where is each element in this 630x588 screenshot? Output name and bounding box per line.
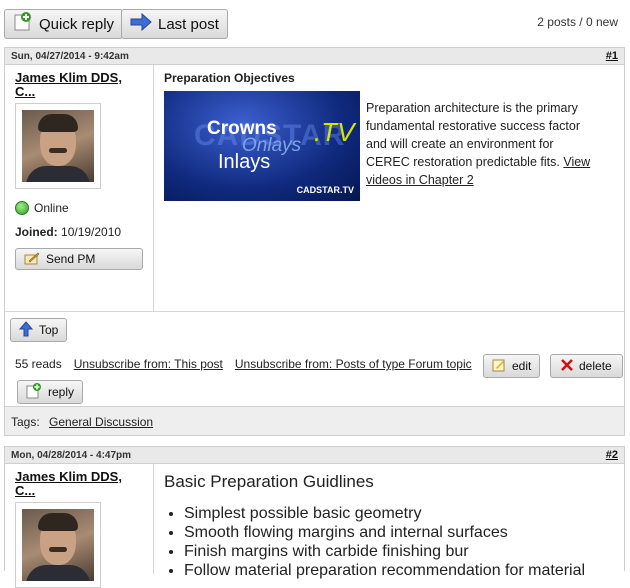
unsubscribe-type-link[interactable]: Unsubscribe from: Posts of type Forum to…: [235, 357, 472, 371]
edit-icon: [492, 358, 506, 375]
delete-button[interactable]: delete: [550, 354, 623, 378]
avatar-image: [22, 509, 94, 581]
add-reply-icon: [13, 12, 33, 36]
send-pm-button[interactable]: Send PM: [15, 248, 143, 270]
unsubscribe-post-link[interactable]: Unsubscribe from: This post: [74, 357, 223, 371]
online-label: Online: [34, 201, 69, 215]
forum-post: Sun, 04/27/2014 - 9:42am #1 James Klim D…: [4, 47, 625, 407]
reply-label: reply: [48, 385, 75, 399]
delete-x-icon: [561, 358, 573, 374]
joined-info: Joined: 10/19/2010: [15, 225, 143, 239]
post-content: Basic Preparation Guidlines Simplest pos…: [154, 464, 624, 586]
tags-bar: Tags: General Discussion: [4, 406, 625, 436]
thumb-logo: CADSTAR.TV: [296, 185, 354, 195]
author-name-link[interactable]: James Klim DDS, C...: [15, 70, 122, 99]
guidelines-list: Simplest possible basic geometry Smooth …: [164, 504, 614, 580]
send-pm-label: Send PM: [46, 252, 96, 266]
avatar[interactable]: [15, 502, 101, 588]
last-post-button[interactable]: Last post: [121, 9, 228, 39]
post-body: James Klim DDS, C... Basic Preparation G…: [5, 464, 624, 588]
reads-count: 55 reads: [15, 357, 62, 371]
quick-reply-button[interactable]: Quick reply: [4, 9, 124, 39]
add-reply-icon: [26, 382, 42, 402]
online-status: Online: [15, 201, 143, 215]
arrow-up-icon: [18, 320, 34, 340]
author-name-link[interactable]: James Klim DDS, C...: [15, 469, 122, 498]
tag-link[interactable]: General Discussion: [49, 415, 153, 429]
author-panel: James Klim DDS, C...: [5, 464, 154, 588]
post-date: Mon, 04/28/2014 - 4:47pm: [11, 450, 132, 461]
post-permalink[interactable]: #1: [606, 50, 618, 62]
post-header: Mon, 04/28/2014 - 4:47pm #2: [5, 447, 624, 464]
forum-post: Mon, 04/28/2014 - 4:47pm #2 James Klim D…: [4, 446, 625, 588]
joined-label: Joined:: [15, 225, 58, 239]
list-item: Smooth flowing margins and internal surf…: [184, 523, 614, 542]
post-title: Preparation Objectives: [164, 71, 295, 85]
reply-button[interactable]: reply: [17, 380, 84, 404]
avatar[interactable]: [15, 103, 101, 189]
post-description: Preparation architecture is the primary …: [366, 99, 598, 201]
quick-reply-label: Quick reply: [39, 15, 115, 33]
post-footer: Top 55 reads Unsubscribe from: This post…: [5, 311, 624, 406]
top-label: Top: [39, 323, 59, 337]
post-date: Sun, 04/27/2014 - 9:42am: [11, 51, 129, 62]
thumb-inlays: Inlays: [218, 151, 271, 173]
thumb-tv: .TV: [314, 117, 355, 147]
delete-label: delete: [579, 359, 612, 373]
list-item: Simplest possible basic geometry: [184, 504, 614, 523]
edit-label: edit: [512, 359, 532, 373]
online-icon: [15, 201, 29, 215]
post-body: James Klim DDS, C... Online Joined: 10/1…: [5, 65, 624, 311]
last-post-label: Last post: [158, 15, 219, 33]
post-title: Basic Preparation Guidlines: [164, 472, 374, 491]
top-button[interactable]: Top: [10, 318, 68, 342]
tags-label: Tags:: [11, 415, 40, 429]
post-header: Sun, 04/27/2014 - 9:42am #1: [5, 48, 624, 65]
edit-button[interactable]: edit: [483, 354, 541, 378]
post-content-row: CADSTAR Crowns Onlays Inlays .TV CADSTAR…: [164, 91, 614, 201]
avatar-image: [22, 110, 94, 182]
video-thumbnail[interactable]: CADSTAR Crowns Onlays Inlays .TV CADSTAR…: [164, 91, 360, 201]
arrow-right-icon: [130, 12, 152, 35]
posts-count: 2 posts / 0 new: [537, 15, 618, 29]
author-panel: James Klim DDS, C... Online Joined: 10/1…: [5, 65, 154, 311]
description-text: Preparation architecture is the primary …: [366, 101, 580, 169]
joined-date: 10/19/2010: [61, 225, 122, 239]
post-content: Preparation Objectives CADSTAR Crowns On…: [154, 65, 624, 311]
list-item: Finish margins with carbide finishing bu…: [184, 542, 614, 561]
post-permalink[interactable]: #2: [606, 449, 618, 461]
pencil-icon: [24, 251, 40, 268]
list-item: Follow material preparation recommendati…: [184, 561, 614, 580]
post-links: 55 reads Unsubscribe from: This post Uns…: [15, 357, 472, 371]
thread-toolbar: Quick reply Last post 2 posts / 0 new: [4, 9, 626, 39]
